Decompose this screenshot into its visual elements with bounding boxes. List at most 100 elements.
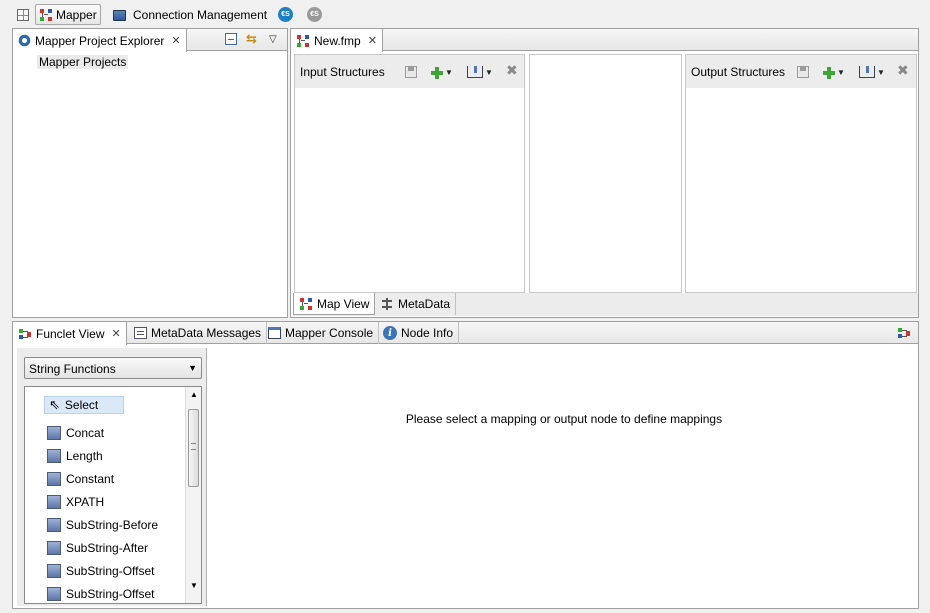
funclet-tab-label: Funclet View — [36, 326, 105, 341]
input-structures-title: Input Structures — [300, 65, 385, 79]
collapse-all-button[interactable] — [225, 31, 237, 47]
remove-icon: ✖ — [897, 61, 909, 78]
metadata-label: MetaData — [398, 297, 451, 311]
tab-map-view[interactable]: Map View — [293, 293, 376, 315]
palette-item-constant[interactable]: Constant — [47, 470, 114, 488]
add-icon — [430, 66, 443, 79]
tab-metadata-messages[interactable]: MetaData Messages — [129, 322, 268, 344]
esb-perspective-button-2[interactable]: €S — [304, 4, 325, 25]
function-category-value: String Functions — [29, 362, 116, 376]
add-icon — [822, 66, 835, 79]
scroll-up-icon[interactable]: ▲ — [190, 390, 198, 399]
chevron-down-icon: ▼ — [877, 67, 885, 77]
project-explorer-tabbar: Mapper Project Explorer ✕ ⇆ ▽ — [12, 29, 287, 52]
chevron-down-icon: ▼ — [188, 363, 197, 373]
connection-icon — [113, 10, 126, 21]
output-save-button[interactable] — [797, 64, 809, 80]
palette-item-substring-offset[interactable]: SubString-Offset — [47, 562, 155, 580]
input-structures-pane: Input Structures ▼ ▼ ✖ — [294, 54, 525, 293]
palette-item-concat[interactable]: Concat — [47, 424, 104, 442]
tree-item-mapper-projects[interactable]: Mapper Projects — [37, 55, 129, 69]
output-add-button[interactable]: ▼ — [822, 64, 845, 80]
import-icon — [467, 66, 483, 78]
editor-tab-label: New.fmp — [314, 33, 361, 48]
palette-scrollbar[interactable]: ▲ ▼ — [185, 387, 201, 603]
palette-item-substring-after[interactable]: SubString-After — [47, 539, 148, 557]
input-save-button[interactable] — [405, 64, 417, 80]
mapping-canvas[interactable] — [529, 54, 682, 293]
palette-item-substring-before[interactable]: SubString-Before — [47, 516, 158, 534]
funclet-toolbar-button[interactable] — [897, 325, 911, 341]
constant-icon — [47, 472, 61, 486]
palette-item-xpath[interactable]: XPATH — [47, 493, 104, 511]
tab-metadata[interactable]: MetaData — [375, 293, 457, 315]
output-structures-title: Output Structures — [691, 65, 786, 79]
chevron-down-icon: ▼ — [837, 67, 845, 77]
editor-tabbar: New.fmp ✕ — [290, 29, 918, 52]
palette-item-label: SubString-Offset — [66, 587, 155, 601]
esb-perspective-button[interactable]: €S — [275, 4, 296, 25]
output-import-button[interactable]: ▼ — [859, 64, 885, 80]
palette-item-length[interactable]: Length — [47, 447, 103, 465]
xpath-icon — [47, 495, 61, 509]
mapper-console-label: Mapper Console — [285, 326, 374, 340]
tab-project-explorer[interactable]: Mapper Project Explorer ✕ — [12, 29, 187, 52]
palette-item-label: Concat — [66, 426, 105, 440]
editor-panel: New.fmp ✕ Input Structures ▼ ▼ ✖ Output … — [290, 28, 919, 318]
close-icon[interactable]: ✕ — [111, 327, 120, 340]
palette-item-label: SubString-After — [66, 541, 149, 555]
info-icon: i — [383, 326, 397, 340]
tab-mapper-console[interactable]: Mapper Console — [263, 322, 380, 344]
scrollbar-thumb[interactable] — [188, 409, 199, 487]
palette-item-label: Length — [66, 449, 103, 463]
concat-icon — [47, 426, 61, 440]
length-icon — [47, 449, 61, 463]
mapper-file-icon — [296, 33, 310, 48]
import-icon — [859, 66, 875, 78]
input-import-button[interactable]: ▼ — [467, 64, 493, 80]
palette-item-label: XPATH — [66, 495, 105, 509]
remove-icon: ✖ — [506, 61, 518, 78]
palette-item-select[interactable]: ⇖ Select — [44, 396, 124, 414]
mapper-perspective-button[interactable]: Mapper — [35, 4, 101, 25]
empty-state-message: Please select a mapping or output node t… — [405, 412, 723, 426]
link-with-editor-button[interactable]: ⇆ — [246, 31, 257, 47]
substring-offset-icon — [47, 564, 61, 578]
tab-funclet-view[interactable]: Funclet View ✕ — [12, 322, 127, 345]
funclet-panel: Funclet View ✕ MetaData Messages Mapper … — [12, 321, 919, 609]
chevron-down-icon: ▼ — [445, 67, 453, 77]
close-icon[interactable]: ✕ — [171, 34, 180, 47]
palette-item-label: Select — [64, 398, 99, 412]
tab-node-info[interactable]: i Node Info — [378, 322, 460, 344]
save-icon — [405, 66, 417, 78]
function-category-select[interactable]: String Functions ▼ — [24, 357, 202, 379]
open-perspective-button[interactable] — [14, 4, 32, 25]
metadata-messages-label: MetaData Messages — [151, 326, 262, 340]
mapper-icon — [39, 7, 53, 22]
substring-after-icon — [47, 541, 61, 555]
substring-before-icon — [47, 518, 61, 532]
mapping-definition-area: Please select a mapping or output node t… — [211, 348, 917, 606]
editor-bottom-tabs: Map View MetaData — [293, 293, 918, 316]
input-remove-button[interactable]: ✖ — [506, 62, 518, 78]
connection-management-button[interactable]: Connection Management — [110, 4, 270, 25]
scroll-down-icon[interactable]: ▼ — [190, 581, 198, 590]
esb-badge-icon: €S — [278, 7, 293, 22]
output-remove-button[interactable]: ✖ — [897, 62, 909, 78]
project-explorer-panel: Mapper Project Explorer ✕ ⇆ ▽ Mapper Pro… — [12, 28, 288, 318]
link-editor-icon: ⇆ — [246, 31, 257, 46]
close-icon[interactable]: ✕ — [368, 34, 377, 47]
metadata-icon — [380, 297, 394, 311]
view-menu-button[interactable]: ▽ — [269, 31, 277, 47]
tab-new-fmp[interactable]: New.fmp ✕ — [290, 29, 383, 52]
view-menu-icon: ▽ — [269, 33, 277, 45]
input-structures-header: Input Structures ▼ ▼ ✖ — [295, 55, 524, 88]
palette-item-substring-offset-2[interactable]: SubString-Offset — [47, 585, 155, 603]
palette-item-label: SubString-Offset — [66, 564, 155, 578]
output-structures-header: Output Structures ▼ ▼ ✖ — [686, 55, 916, 88]
input-add-button[interactable]: ▼ — [430, 64, 453, 80]
cursor-arrow-icon: ⇖ — [49, 397, 60, 412]
connection-management-label: Connection Management — [133, 7, 268, 22]
function-palette-list: ⇖ Select Concat Length Constant XPATH Su… — [24, 386, 202, 604]
node-info-label: Node Info — [401, 326, 454, 340]
